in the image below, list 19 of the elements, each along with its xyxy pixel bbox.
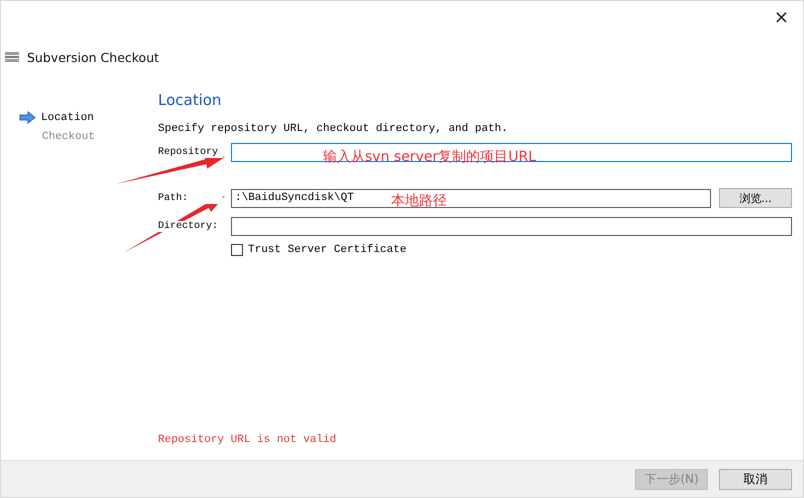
checkbox[interactable] (231, 244, 243, 256)
window-title: Subversion Checkout (27, 50, 160, 64)
cancel-button[interactable]: 取消 (719, 468, 792, 490)
annotation-text: 输入从svn server复制的项目URL (323, 148, 536, 166)
wizard-step: Location (19, 111, 139, 124)
page-heading: Location (158, 91, 222, 109)
wizard-step: Checkout (19, 131, 139, 143)
checkbox-label: Trust Server Certificate (248, 244, 406, 256)
app-icon (5, 51, 19, 63)
arrow-icon (19, 111, 36, 124)
input-field[interactable] (231, 143, 792, 162)
annotation-text: 本地路径 (391, 192, 447, 210)
browse-button[interactable]: 浏览... (719, 188, 792, 208)
input-field[interactable] (231, 217, 792, 236)
field-label: Repository (158, 147, 223, 158)
description-text: Specify repository URL, checkout directory, and path. (158, 123, 509, 135)
field-label: Path: (158, 192, 223, 204)
close-button[interactable]: × (770, 9, 793, 27)
error-message: Repository URL is not valid (158, 434, 338, 446)
